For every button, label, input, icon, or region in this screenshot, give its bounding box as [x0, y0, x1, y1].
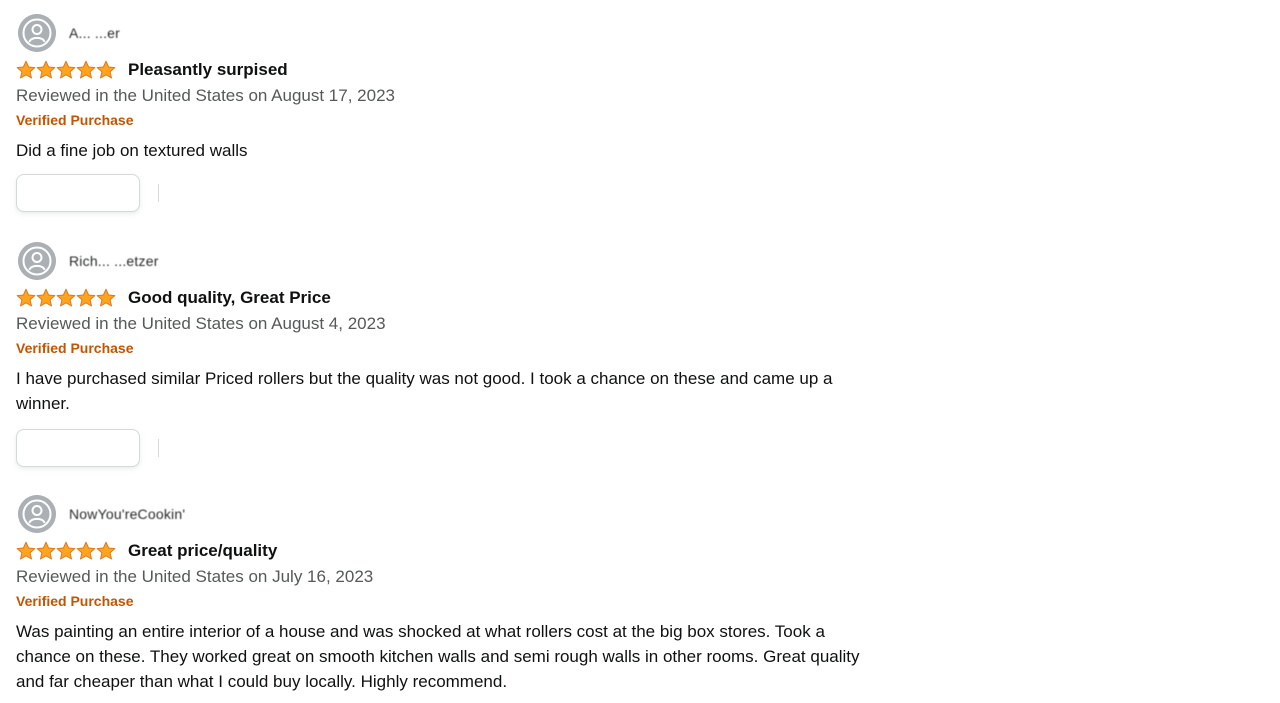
star-icon: [56, 60, 76, 79]
star-icon: [96, 288, 116, 307]
avatar-icon: [18, 242, 56, 280]
avatar-icon: [18, 495, 56, 533]
star-icon: [36, 60, 56, 79]
star-icon: [36, 288, 56, 307]
star-icon: [36, 541, 56, 560]
review-title[interactable]: Pleasantly surpised: [128, 60, 288, 80]
action-divider: [158, 439, 159, 457]
avatar-icon: [18, 14, 56, 52]
review-body: Did a fine job on textured walls: [16, 141, 248, 160]
review-title[interactable]: Great price/quality: [128, 541, 277, 561]
reviewer-profile[interactable]: Rich... ...etzer: [16, 242, 866, 280]
star-icon: [56, 288, 76, 307]
review-date: Reviewed in the United States on August …: [16, 314, 386, 333]
star-icon: [76, 288, 96, 307]
verified-purchase-badge: Verified Purchase: [16, 340, 134, 356]
action-divider: [158, 184, 159, 202]
reviewer-profile[interactable]: NowYou'reCookin': [16, 495, 866, 533]
review-actions: [16, 429, 866, 467]
star-rating[interactable]: [16, 60, 116, 80]
star-icon: [56, 541, 76, 560]
star-icon: [76, 60, 96, 79]
review-item: A... ...er Pleasantly surpised Reviewed …: [16, 14, 866, 212]
reviewer-name[interactable]: A... ...er: [69, 25, 120, 41]
star-rating[interactable]: [16, 288, 116, 308]
reviews-list: A... ...er Pleasantly surpised Reviewed …: [0, 0, 1280, 703]
reviewer-name[interactable]: Rich... ...etzer: [69, 253, 159, 269]
verified-purchase-badge: Verified Purchase: [16, 112, 134, 128]
star-icon: [16, 60, 36, 79]
star-icon: [76, 541, 96, 560]
helpful-button[interactable]: [16, 429, 140, 467]
review-date: Reviewed in the United States on August …: [16, 86, 395, 105]
review-item: Rich... ...etzer Good quality, Great Pri…: [16, 242, 866, 467]
star-icon: [96, 541, 116, 560]
review-body: I have purchased similar Priced rollers …: [16, 369, 833, 413]
reviewer-name[interactable]: NowYou'reCookin': [69, 506, 185, 522]
star-icon: [96, 60, 116, 79]
star-icon: [16, 288, 36, 307]
star-rating[interactable]: [16, 541, 116, 561]
star-icon: [16, 541, 36, 560]
review-actions: [16, 174, 866, 212]
verified-purchase-badge: Verified Purchase: [16, 593, 134, 609]
review-title[interactable]: Good quality, Great Price: [128, 288, 331, 308]
review-item: NowYou'reCookin' Great price/quality Rev…: [16, 495, 866, 694]
review-body: Was painting an entire interior of a hou…: [16, 622, 860, 691]
helpful-button[interactable]: [16, 174, 140, 212]
review-date: Reviewed in the United States on July 16…: [16, 567, 374, 586]
reviewer-profile[interactable]: A... ...er: [16, 14, 866, 52]
